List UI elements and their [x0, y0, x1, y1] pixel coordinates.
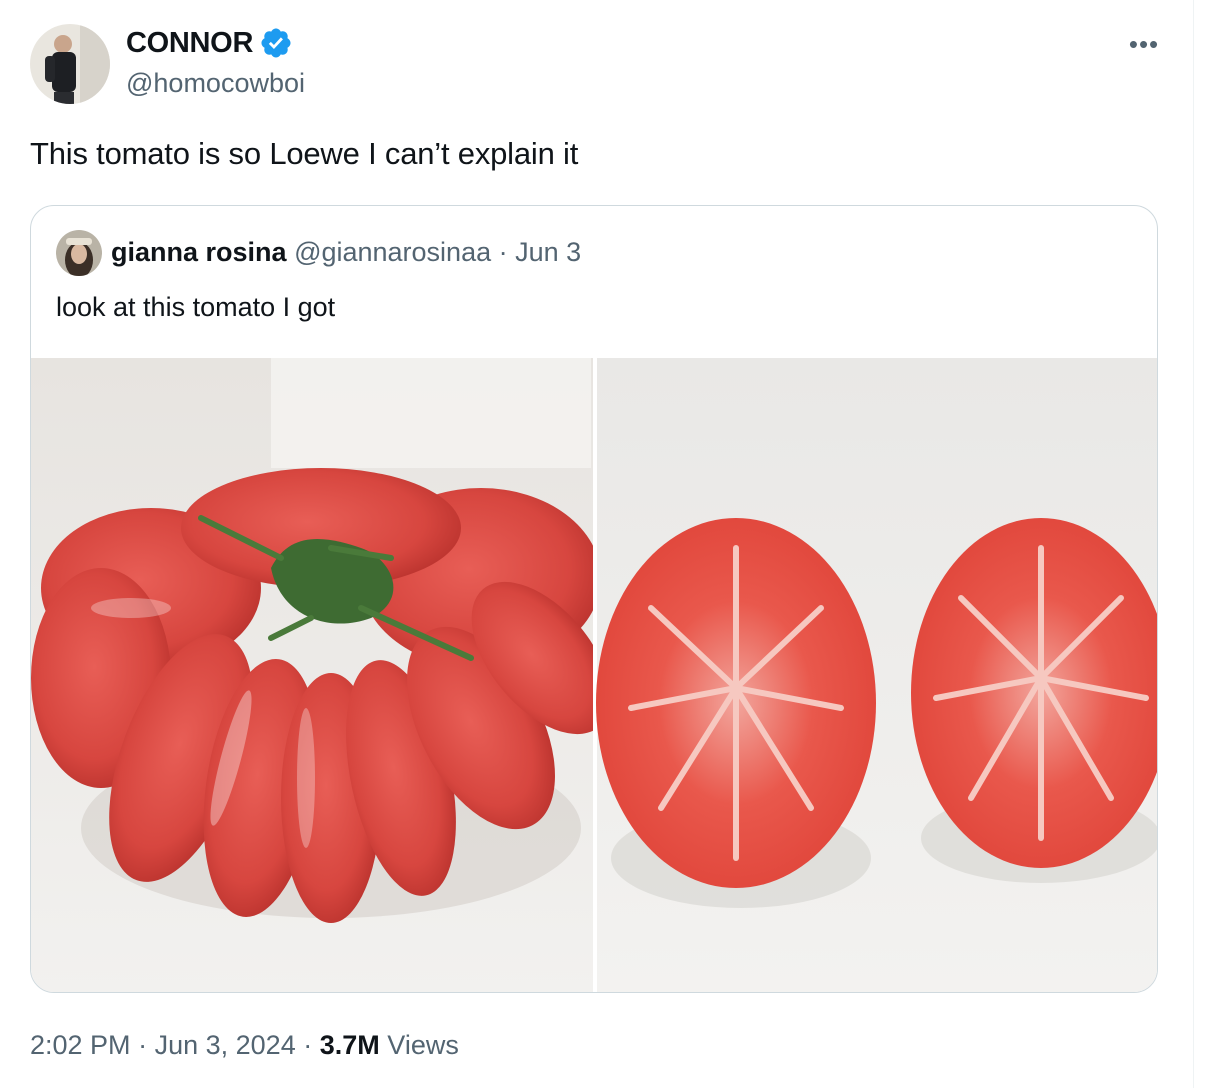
quoted-tweet-header: gianna rosina @giannarosinaa · Jun 3: [111, 237, 581, 268]
profile-photo-icon: [30, 24, 110, 104]
quoted-profile-photo-icon: [56, 230, 102, 276]
quoted-handle[interactable]: @giannarosinaa: [294, 237, 491, 267]
quoted-tweet-card[interactable]: gianna rosina @giannarosinaa · Jun 3 loo…: [30, 205, 1158, 993]
quoted-tweet-text: look at this tomato I got: [56, 292, 336, 322]
author-avatar[interactable]: [30, 24, 110, 104]
quoted-author-avatar[interactable]: [56, 230, 102, 276]
meta-separator: ·: [138, 1030, 148, 1060]
media-image-tomato-halves[interactable]: [596, 358, 1158, 993]
tweet-date[interactable]: Jun 3, 2024: [155, 1030, 296, 1060]
views-label: Views: [387, 1030, 459, 1060]
quoted-media-grid: [31, 358, 1158, 993]
more-options-icon[interactable]: •••: [1124, 24, 1164, 64]
media-image-whole-tomato[interactable]: [31, 358, 637, 993]
quoted-separator: ·: [498, 237, 508, 267]
author-handle[interactable]: @homocowboi: [126, 68, 305, 99]
tweet-time[interactable]: 2:02 PM: [30, 1030, 131, 1060]
quoted-display-name[interactable]: gianna rosina: [111, 237, 287, 267]
quoted-date[interactable]: Jun 3: [515, 237, 581, 267]
verified-badge-icon[interactable]: [259, 26, 293, 60]
tweet-meta-footer: 2:02 PM · Jun 3, 2024 · 3.7M Views: [30, 1030, 459, 1061]
author-name-row[interactable]: CONNOR: [126, 26, 293, 60]
views-count: 3.7M: [319, 1030, 380, 1060]
meta-separator: ·: [303, 1030, 313, 1060]
timeline-divider: [1193, 0, 1194, 1088]
tweet-text: This tomato is so Loewe I can’t explain …: [30, 136, 579, 171]
author-display-name[interactable]: CONNOR: [126, 27, 253, 60]
